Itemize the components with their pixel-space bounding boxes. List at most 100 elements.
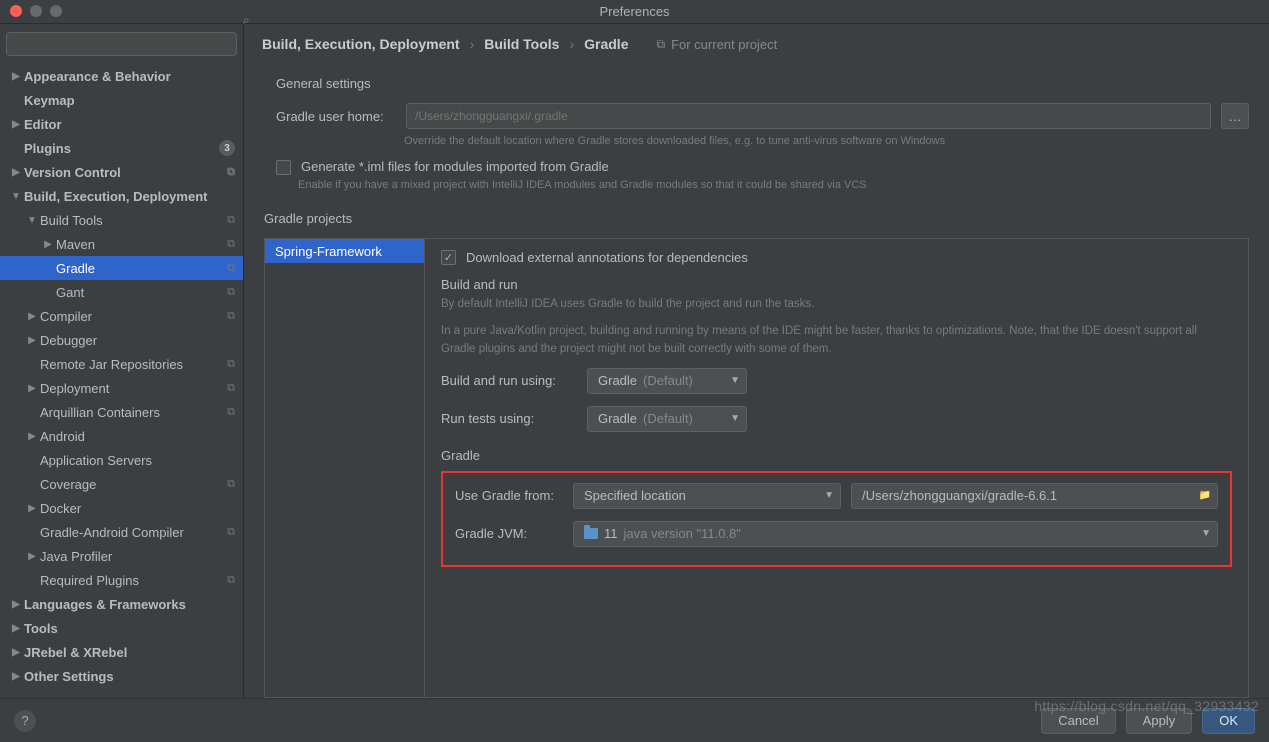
sidebar-item[interactable]: ▶Version Control ⧉: [0, 160, 243, 184]
download-annotations-label: Download external annotations for depend…: [466, 250, 748, 265]
gradle-projects-list: Spring-Framework: [265, 239, 425, 697]
chevron-right-icon: ›: [569, 36, 574, 52]
copy-icon: ⧉: [656, 37, 665, 52]
copy-icon: ⧉: [227, 262, 235, 275]
sidebar-item[interactable]: Coverage ⧉: [0, 472, 243, 496]
copy-icon: ⧉: [227, 166, 235, 179]
copy-icon: ⧉: [227, 478, 235, 491]
generate-iml-checkbox[interactable]: [276, 160, 291, 175]
project-scope-label: ⧉ For current project: [656, 37, 777, 52]
tests-using-label: Run tests using:: [441, 411, 577, 426]
sidebar-item-label: Maven: [56, 237, 223, 252]
copy-icon: ⧉: [227, 382, 235, 395]
chevron-down-icon: ▼: [824, 490, 834, 501]
apply-button[interactable]: Apply: [1126, 708, 1193, 734]
copy-icon: ⧉: [227, 406, 235, 419]
window-controls: [10, 5, 62, 17]
tree-arrow-icon: ▶: [8, 167, 24, 178]
sidebar-item[interactable]: ▼Build, Execution, Deployment: [0, 184, 243, 208]
sidebar-item-label: Gradle: [56, 261, 223, 276]
tree-arrow-icon: ▶: [8, 623, 24, 634]
settings-tree: ▶Appearance & BehaviorKeymap▶EditorPlugi…: [0, 64, 243, 698]
copy-icon: ⧉: [227, 526, 235, 539]
sidebar-item[interactable]: Remote Jar Repositories ⧉: [0, 352, 243, 376]
title-bar: Preferences: [0, 0, 1269, 24]
sidebar-item[interactable]: ▶Languages & Frameworks: [0, 592, 243, 616]
tree-arrow-icon: ▶: [8, 119, 24, 130]
build-run-help-1: By default IntelliJ IDEA uses Gradle to …: [441, 296, 1232, 313]
sidebar-item-label: Languages & Frameworks: [24, 597, 235, 612]
tree-arrow-icon: ▶: [24, 311, 40, 322]
tree-arrow-icon: ▶: [8, 647, 24, 658]
sidebar-item[interactable]: ▶Editor: [0, 112, 243, 136]
sidebar-item[interactable]: ▶Appearance & Behavior: [0, 64, 243, 88]
sidebar-item[interactable]: ▶Java Profiler: [0, 544, 243, 568]
sidebar-item[interactable]: ▶Other Settings: [0, 664, 243, 688]
gradle-user-home-help: Override the default location where Grad…: [244, 133, 1269, 153]
sidebar-item[interactable]: ▶Debugger: [0, 328, 243, 352]
sidebar-item[interactable]: ▶Tools: [0, 616, 243, 640]
search-input[interactable]: [6, 32, 237, 56]
sidebar-item[interactable]: ▶Compiler⧉: [0, 304, 243, 328]
project-item[interactable]: Spring-Framework: [265, 239, 424, 263]
tree-arrow-icon: ▼: [24, 215, 40, 226]
breadcrumb-a[interactable]: Build, Execution, Deployment: [262, 36, 460, 52]
tree-arrow-icon: ▶: [40, 239, 56, 250]
sidebar-item[interactable]: ▶JRebel & XRebel: [0, 640, 243, 664]
sidebar-item[interactable]: ▼Build Tools ⧉: [0, 208, 243, 232]
sidebar-item[interactable]: ▶Maven ⧉: [0, 232, 243, 256]
sidebar-item-label: Docker: [40, 501, 235, 516]
browse-button[interactable]: …: [1221, 103, 1249, 129]
use-gradle-from-combo[interactable]: Specified location ▼: [573, 483, 841, 509]
content-panel: Build, Execution, Deployment › Build Too…: [244, 24, 1269, 698]
tree-arrow-icon: ▶: [24, 383, 40, 394]
gradle-user-home-label: Gradle user home:: [276, 109, 396, 124]
sidebar-item-label: Build Tools: [40, 213, 223, 228]
minimize-icon[interactable]: [30, 5, 42, 17]
sidebar-item[interactable]: Gradle ⧉: [0, 256, 243, 280]
gradle-projects-title: Gradle projects: [244, 197, 1269, 234]
folder-icon: [584, 528, 598, 539]
chevron-right-icon: ›: [470, 36, 475, 52]
gradle-jvm-combo[interactable]: 11 java version "11.0.8" ▼: [573, 521, 1218, 547]
tests-using-combo[interactable]: Gradle (Default) ▼: [587, 406, 747, 432]
gradle-location-input[interactable]: /Users/zhongguangxi/gradle-6.6.1 📁: [851, 483, 1218, 509]
ok-button[interactable]: OK: [1202, 708, 1255, 734]
sidebar-item[interactable]: ▶Deployment ⧉: [0, 376, 243, 400]
sidebar-item[interactable]: Application Servers: [0, 448, 243, 472]
breadcrumb-b[interactable]: Build Tools: [484, 36, 559, 52]
sidebar: ⌕ ▶Appearance & BehaviorKeymap▶EditorPlu…: [0, 24, 244, 698]
sidebar-item[interactable]: Gradle-Android Compiler⧉: [0, 520, 243, 544]
sidebar-item-label: Remote Jar Repositories: [40, 357, 223, 372]
download-annotations-checkbox[interactable]: [441, 250, 456, 265]
copy-icon: ⧉: [227, 238, 235, 251]
sidebar-item[interactable]: ▶Android: [0, 424, 243, 448]
breadcrumb-c: Gradle: [584, 36, 628, 52]
sidebar-item[interactable]: Keymap: [0, 88, 243, 112]
tree-arrow-icon: ▼: [8, 191, 24, 202]
sidebar-item[interactable]: Arquillian Containers⧉: [0, 400, 243, 424]
gradle-user-home-input[interactable]: [406, 103, 1211, 129]
build-using-combo[interactable]: Gradle (Default) ▼: [587, 368, 747, 394]
sidebar-item-label: Required Plugins: [40, 573, 223, 588]
help-button[interactable]: ?: [14, 710, 36, 732]
generate-iml-label: Generate *.iml files for modules importe…: [301, 159, 609, 174]
sidebar-item[interactable]: Required Plugins⧉: [0, 568, 243, 592]
build-run-help-2: In a pure Java/Kotlin project, building …: [441, 323, 1232, 358]
sidebar-item-label: Debugger: [40, 333, 235, 348]
sidebar-item-label: Deployment: [40, 381, 223, 396]
copy-icon: ⧉: [227, 214, 235, 227]
sidebar-item-label: Tools: [24, 621, 235, 636]
sidebar-item-label: Version Control: [24, 165, 223, 180]
sidebar-item[interactable]: Plugins3: [0, 136, 243, 160]
copy-icon: ⧉: [227, 358, 235, 371]
gradle-section-title: Gradle: [441, 448, 1232, 463]
cancel-button[interactable]: Cancel: [1041, 708, 1115, 734]
sidebar-item-label: Other Settings: [24, 669, 235, 684]
sidebar-item-label: Coverage: [40, 477, 223, 492]
close-icon[interactable]: [10, 5, 22, 17]
sidebar-item[interactable]: Gant⧉: [0, 280, 243, 304]
build-and-run-title: Build and run: [441, 277, 1232, 292]
sidebar-item[interactable]: ▶Docker: [0, 496, 243, 520]
maximize-icon[interactable]: [50, 5, 62, 17]
